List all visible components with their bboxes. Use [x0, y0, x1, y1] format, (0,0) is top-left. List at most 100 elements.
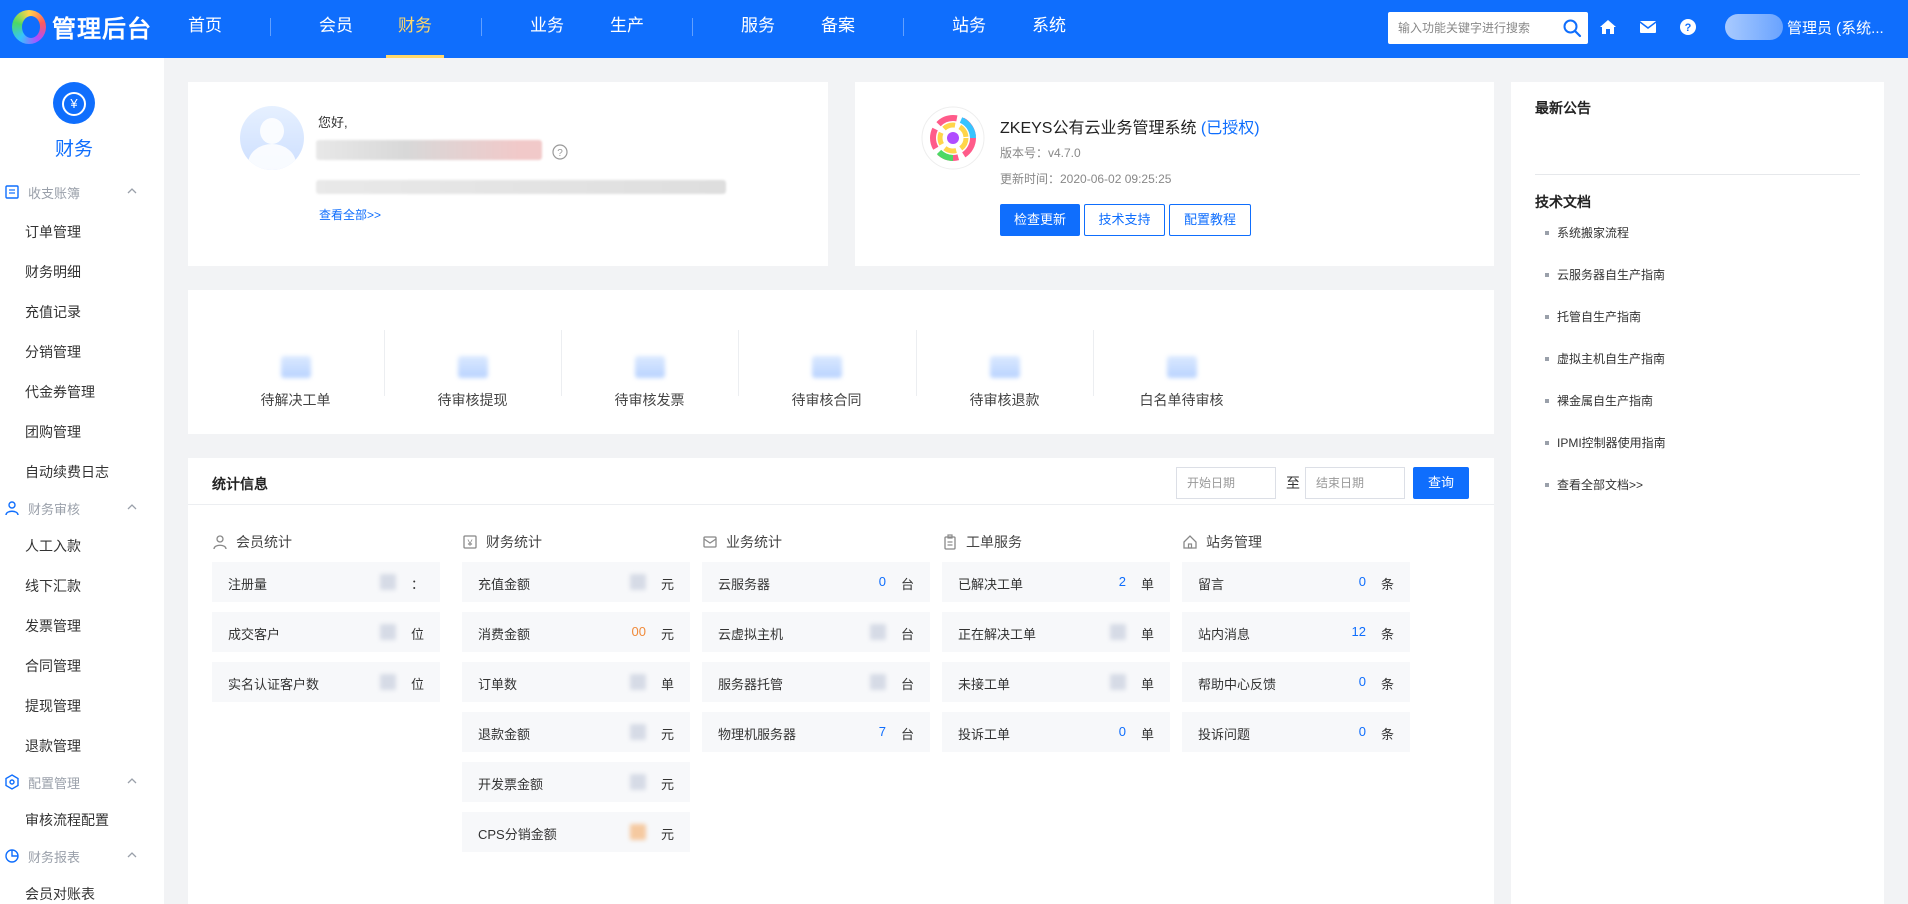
- stat-row[interactable]: 帮助中心反馈 0 条: [1182, 662, 1410, 702]
- doc-label: 虚拟主机自生产指南: [1557, 352, 1666, 366]
- doc-link[interactable]: 系统搬家流程: [1545, 224, 1629, 241]
- stat-row[interactable]: 服务器托管 台: [702, 662, 930, 702]
- sidebar-item-member-reconciliation[interactable]: 会员对账表: [25, 884, 95, 904]
- sidebar-item-auto-renew-log[interactable]: 自动续费日志: [25, 462, 109, 482]
- sidebar-item-refunds[interactable]: 退款管理: [25, 736, 81, 756]
- sidebar-item-vouchers[interactable]: 代金券管理: [25, 382, 95, 402]
- doc-link[interactable]: 虚拟主机自生产指南: [1545, 350, 1665, 367]
- nav-system[interactable]: 系统: [1032, 0, 1066, 58]
- nav-production[interactable]: 生产: [610, 0, 644, 58]
- pending-contracts[interactable]: 待审核合同: [738, 320, 915, 434]
- nav-finance[interactable]: 财务: [386, 0, 444, 58]
- sidebar-group-finance-review[interactable]: 财务审核: [0, 496, 150, 520]
- stat-row[interactable]: 投诉问题 0 条: [1182, 712, 1410, 752]
- stat-row[interactable]: 未接工单 单: [942, 662, 1170, 702]
- sidebar-item-contracts[interactable]: 合同管理: [25, 656, 81, 676]
- stat-row[interactable]: 留言 0 条: [1182, 562, 1410, 602]
- sidebar-item-orders[interactable]: 订单管理: [25, 222, 81, 242]
- stat-row[interactable]: 物理机服务器 7 台: [702, 712, 930, 752]
- chevron-up-icon[interactable]: [126, 185, 138, 197]
- stat-row[interactable]: 已解决工单 2 单: [942, 562, 1170, 602]
- pending-whitelist[interactable]: 白名单待审核: [1093, 320, 1270, 434]
- doc-label: 云服务器自生产指南: [1557, 268, 1666, 282]
- user-icon: [5, 501, 19, 516]
- stat-row[interactable]: 实名认证客户数 位: [212, 662, 440, 702]
- nav-business[interactable]: 业务: [530, 0, 564, 58]
- pending-count: [281, 356, 311, 378]
- product-logo: [921, 106, 985, 170]
- pending-invoices[interactable]: 待审核发票: [561, 320, 738, 434]
- sidebar-item-withdrawals[interactable]: 提现管理: [25, 696, 81, 716]
- view-all-link[interactable]: 查看全部>>: [319, 206, 381, 223]
- chevron-up-icon[interactable]: [126, 501, 138, 513]
- help-icon[interactable]: ?: [552, 144, 568, 160]
- doc-link-all[interactable]: 查看全部文档>>: [1545, 476, 1643, 493]
- chevron-up-icon[interactable]: [126, 849, 138, 861]
- sidebar-item-review-flow[interactable]: 审核流程配置: [25, 810, 109, 830]
- end-date-input[interactable]: [1305, 467, 1405, 499]
- sidebar-item-group-buy[interactable]: 团购管理: [25, 422, 81, 442]
- product-name-line: ZKEYS公有云业务管理系统 (已授权): [1000, 114, 1260, 138]
- sidebar-group-config[interactable]: 配置管理: [0, 770, 150, 794]
- stat-value-redacted: [630, 574, 646, 590]
- chevron-up-icon[interactable]: [126, 775, 138, 787]
- check-update-button[interactable]: 检查更新: [1000, 204, 1080, 236]
- pending-label: 待解决工单: [260, 392, 331, 408]
- stat-unit: 条: [1380, 677, 1394, 692]
- tech-support-button[interactable]: 技术支持: [1084, 204, 1165, 236]
- sidebar-item-offline-remit[interactable]: 线下汇款: [25, 576, 81, 596]
- sidebar-group-reports[interactable]: 财务报表: [0, 844, 150, 868]
- sidebar-item-invoices[interactable]: 发票管理: [25, 616, 81, 636]
- sidebar-group-ledger[interactable]: 收支账簿: [0, 180, 150, 204]
- stat-row[interactable]: 成交客户 位: [212, 612, 440, 652]
- pending-refunds[interactable]: 待审核退款: [916, 320, 1093, 434]
- sidebar-item-distribution[interactable]: 分销管理: [25, 342, 81, 362]
- nav-filing[interactable]: 备案: [821, 0, 855, 58]
- stat-unit: 单: [1140, 727, 1154, 742]
- stat-row[interactable]: 退款金额 元: [462, 712, 690, 752]
- stat-row[interactable]: 注册量 ：: [212, 562, 440, 602]
- start-date-input[interactable]: [1176, 467, 1276, 499]
- stat-row[interactable]: 站内消息 12 条: [1182, 612, 1410, 652]
- sidebar-group-label: 收支账簿: [28, 185, 81, 201]
- stat-row[interactable]: 正在解决工单 单: [942, 612, 1170, 652]
- stat-row[interactable]: 充值金额 元: [462, 562, 690, 602]
- brand[interactable]: 管理后台: [12, 9, 152, 44]
- doc-link[interactable]: 托管自生产指南: [1545, 308, 1641, 325]
- nav-members[interactable]: 会员: [319, 0, 353, 58]
- pending-tickets[interactable]: 待解决工单: [207, 320, 384, 434]
- stat-row[interactable]: 云虚拟主机 台: [702, 612, 930, 652]
- nav-site[interactable]: 站务: [952, 0, 986, 58]
- doc-link[interactable]: 裸金属自生产指南: [1545, 392, 1653, 409]
- ticket-stats-header: 工单服务: [942, 532, 1022, 552]
- mail-icon[interactable]: [1637, 16, 1659, 38]
- nav-home[interactable]: 首页: [188, 0, 222, 58]
- sidebar-item-finance-details[interactable]: 财务明细: [25, 262, 81, 282]
- auth-status[interactable]: (已授权): [1201, 120, 1260, 137]
- stat-row[interactable]: 云服务器 0 台: [702, 562, 930, 602]
- search-input[interactable]: [1388, 12, 1548, 44]
- stat-row[interactable]: 投诉工单 0 单: [942, 712, 1170, 752]
- pending-withdrawals[interactable]: 待审核提现: [384, 320, 561, 434]
- stat-row[interactable]: CPS分销金额 元: [462, 812, 690, 852]
- stat-value: 0: [878, 574, 886, 589]
- sidebar-item-recharge[interactable]: 充值记录: [25, 302, 81, 322]
- doc-link[interactable]: 云服务器自生产指南: [1545, 266, 1665, 283]
- stat-value-redacted: [630, 674, 646, 690]
- config-tutorial-button[interactable]: 配置教程: [1169, 204, 1251, 236]
- nav-service[interactable]: 服务: [741, 0, 775, 58]
- query-button[interactable]: 查询: [1413, 467, 1469, 499]
- doc-link[interactable]: IPMI控制器使用指南: [1545, 434, 1666, 451]
- stat-unit: 元: [660, 727, 674, 742]
- stat-row[interactable]: 消费金额 00 元: [462, 612, 690, 652]
- stat-unit: 元: [660, 627, 674, 642]
- stat-label: 退款金额: [478, 727, 531, 742]
- search-icon[interactable]: [1562, 18, 1582, 38]
- stat-value-redacted: [630, 824, 646, 840]
- home-icon[interactable]: [1597, 16, 1619, 38]
- sidebar-item-manual-deposit[interactable]: 人工入款: [25, 536, 81, 556]
- user-menu[interactable]: 管理员 (系统...: [1725, 14, 1884, 40]
- stat-row[interactable]: 订单数 单: [462, 662, 690, 702]
- stat-row[interactable]: 开发票金额 元: [462, 762, 690, 802]
- help-icon[interactable]: ?: [1677, 16, 1699, 38]
